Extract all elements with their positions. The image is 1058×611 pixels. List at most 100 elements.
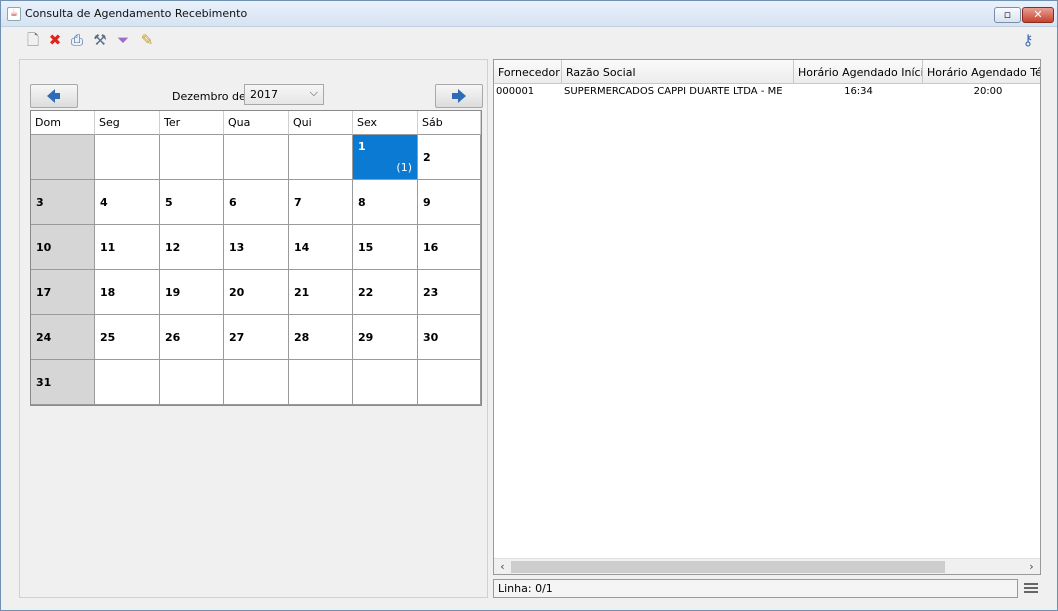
next-month-button[interactable]: [435, 84, 483, 108]
calendar-day[interactable]: 7: [289, 180, 353, 225]
calendar-day[interactable]: 1 (1): [353, 135, 418, 180]
column-header-fornecedor[interactable]: Fornecedor: [494, 60, 562, 83]
calendar-days: 1 (1) 2 3 4 5 6 7 8 9 10 11 12 13 14 15 16 17 18 19 20 21 22 23…: [31, 135, 481, 405]
calendar-day[interactable]: 9: [418, 180, 481, 225]
calendar-day[interactable]: 19: [160, 270, 224, 315]
calendar-day[interactable]: 13: [224, 225, 289, 270]
calendar-day[interactable]: 11: [95, 225, 160, 270]
calendar-empty-cell: [289, 135, 353, 180]
arrow-right-icon: [452, 89, 466, 103]
print-icon[interactable]: ⎙: [68, 31, 86, 49]
calendar-day[interactable]: 14: [289, 225, 353, 270]
calendar-day[interactable]: 22: [353, 270, 418, 315]
calendar-empty-cell: [95, 360, 160, 405]
weekday-label: Sex: [353, 111, 418, 135]
scroll-right-icon[interactable]: ›: [1023, 559, 1040, 574]
title-bar[interactable]: ☕ Consulta de Agendamento Recebimento ▫ …: [1, 1, 1057, 27]
calendar-day[interactable]: 23: [418, 270, 481, 315]
calendar-day[interactable]: 12: [160, 225, 224, 270]
calendar-day[interactable]: 8: [353, 180, 418, 225]
calendar-week: 1 (1) 2: [31, 135, 481, 180]
day-number: 22: [358, 285, 374, 299]
calendar-day[interactable]: 24: [31, 315, 95, 360]
day-number: 25: [100, 330, 116, 344]
restore-icon: ▫: [1003, 8, 1012, 21]
calendar-day[interactable]: 4: [95, 180, 160, 225]
calendar-empty-cell: [289, 360, 353, 405]
day-number: 11: [100, 240, 116, 254]
horizontal-scrollbar[interactable]: ‹ ›: [494, 558, 1040, 574]
calendar-panel: Dezembro de 2017 ⌵ Dom Seg Ter Qua Qui Sex Sáb…: [19, 59, 488, 598]
calendar-day[interactable]: 25: [95, 315, 160, 360]
calendar-day[interactable]: 30: [418, 315, 481, 360]
key-icon[interactable]: ⚷: [1018, 31, 1038, 49]
cell-horario-termino: 20:00: [973, 86, 1003, 97]
year-value: 2017: [250, 88, 278, 101]
calendar-day[interactable]: 10: [31, 225, 95, 270]
java-app-icon: ☕: [7, 7, 21, 21]
calendar-empty-cell: [224, 360, 289, 405]
arrow-left-icon: [47, 89, 60, 103]
calendar-day[interactable]: 2: [418, 135, 481, 180]
calendar-day[interactable]: 17: [31, 270, 95, 315]
edit-icon[interactable]: ✎: [138, 31, 156, 49]
close-button[interactable]: ✕: [1022, 7, 1054, 23]
column-header-razao-social[interactable]: Razão Social: [562, 60, 794, 83]
calendar-week: 31: [31, 360, 481, 405]
calendar-empty-cell: [418, 360, 481, 405]
row-status: Linha: 0/1: [493, 579, 1018, 598]
column-header-horario-termino[interactable]: Horário Agendado Término: [923, 60, 1040, 83]
weekday-header: Dom Seg Ter Qua Qui Sex Sáb: [31, 111, 481, 135]
day-number: 26: [165, 330, 181, 344]
day-number: 4: [100, 195, 108, 209]
day-number: 16: [423, 240, 439, 254]
new-document-icon[interactable]: 🗋: [24, 31, 42, 49]
year-select[interactable]: 2017 ⌵: [244, 84, 324, 105]
app-window: ☕ Consulta de Agendamento Recebimento ▫ …: [0, 0, 1058, 611]
day-number: 2: [423, 150, 431, 164]
cell-razao-social: SUPERMERCADOS CAPPI DUARTE LTDA - ME: [564, 86, 783, 97]
day-number: 5: [165, 195, 173, 209]
day-number: 29: [358, 330, 374, 344]
calendar-week: 10 11 12 13 14 15 16: [31, 225, 481, 270]
calendar-day[interactable]: 6: [224, 180, 289, 225]
column-header-horario-inicio[interactable]: Horário Agendado Início: [794, 60, 923, 83]
previous-month-button[interactable]: [30, 84, 78, 108]
day-number: 15: [358, 240, 374, 254]
scroll-left-icon[interactable]: ‹: [494, 559, 511, 574]
calendar-empty-cell: [95, 135, 160, 180]
delete-icon[interactable]: ✖: [46, 31, 64, 49]
table-row[interactable]: 000001 SUPERMERCADOS CAPPI DUARTE LTDA -…: [494, 84, 1040, 101]
calendar-grid: Dom Seg Ter Qua Qui Sex Sáb 1 (1) 2 3 4 5 6 7 8 9 10 11 12…: [30, 110, 482, 406]
calendar-day[interactable]: 18: [95, 270, 160, 315]
chevron-down-icon: ⌵: [309, 86, 318, 99]
calendar-day[interactable]: 15: [353, 225, 418, 270]
calendar-day[interactable]: 28: [289, 315, 353, 360]
calendar-day[interactable]: 3: [31, 180, 95, 225]
calendar-day[interactable]: 31: [31, 360, 95, 405]
calendar-day[interactable]: 20: [224, 270, 289, 315]
calendar-day[interactable]: 29: [353, 315, 418, 360]
cell-horario-inicio: 16:34: [844, 86, 873, 97]
tools-icon[interactable]: ⚒: [91, 31, 109, 49]
day-number: 23: [423, 285, 439, 299]
day-number: 21: [294, 285, 310, 299]
calendar-day[interactable]: 21: [289, 270, 353, 315]
calendar-day[interactable]: 16: [418, 225, 481, 270]
scroll-thumb[interactable]: [511, 561, 945, 573]
window-title: Consulta de Agendamento Recebimento: [25, 7, 248, 20]
calendar-week: 17 18 19 20 21 22 23: [31, 270, 481, 315]
day-number: 18: [100, 285, 116, 299]
filter-icon[interactable]: ⏷: [114, 31, 132, 49]
day-number: 8: [358, 195, 366, 209]
calendar-empty-cell: [224, 135, 289, 180]
calendar-day[interactable]: 26: [160, 315, 224, 360]
calendar-day[interactable]: 5: [160, 180, 224, 225]
weekday-label: Dom: [31, 111, 95, 135]
restore-button[interactable]: ▫: [994, 7, 1021, 23]
day-number: 13: [229, 240, 245, 254]
day-number: 7: [294, 195, 302, 209]
menu-icon[interactable]: [1024, 581, 1038, 595]
day-number: 9: [423, 195, 431, 209]
calendar-day[interactable]: 27: [224, 315, 289, 360]
